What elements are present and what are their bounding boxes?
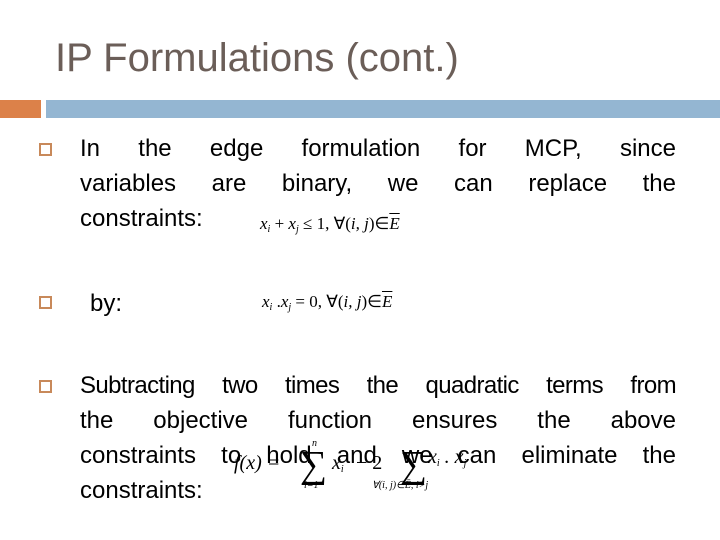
bullet-icon — [39, 380, 52, 393]
math-op: ≤ 1, ∀( — [298, 214, 351, 233]
sum-icon: ∑ — [400, 444, 428, 486]
sum-icon: ∑ — [300, 444, 328, 486]
slide-title: IP Formulations (cont.) — [55, 36, 459, 80]
math-op: )∈ — [361, 292, 382, 311]
math-var: x — [332, 452, 341, 474]
math-op: . — [272, 292, 281, 311]
math-lower-limit: i=1 — [304, 480, 319, 491]
formula-constraint-sum: xi + xj ≤ 1, ∀(i, j)∈E — [260, 214, 400, 235]
text-line: In the edge formulation for MCP, since — [80, 135, 676, 162]
math-sub: i — [340, 464, 344, 475]
math-var: x — [260, 214, 268, 233]
math-op: = 0, ∀( — [291, 292, 344, 311]
math-set: E — [381, 292, 393, 311]
bullet-icon — [39, 296, 52, 309]
math-function: f(x) = — [234, 452, 281, 474]
math-var: i, j — [350, 214, 369, 233]
text-line: by: — [90, 290, 123, 317]
bullet-paragraph-2: by: — [90, 286, 122, 321]
math-var: x — [262, 292, 270, 311]
math-op: )∈ — [368, 214, 390, 233]
math-var: . x — [439, 446, 464, 468]
text-line: the objective function ensures the above — [80, 407, 676, 434]
accent-bar-orange — [0, 100, 41, 118]
text-line: Subtracting two times the quadratic term… — [80, 372, 677, 399]
math-sub: j — [463, 458, 467, 469]
accent-bar-blue — [46, 100, 720, 118]
math-set: E — [389, 214, 400, 233]
math-var: i, j — [343, 292, 362, 311]
math-op: − 2 — [356, 452, 383, 474]
math-var: x — [428, 446, 437, 468]
math-var: x — [288, 214, 296, 233]
formula-objective-function: f(x) = n ∑ i=1 xi − 2 ∑ ∀(i, j)∈Ē, i>j x… — [234, 438, 474, 491]
text-line: variables are binary, we can replace the — [80, 170, 676, 197]
formula-constraint-product: xi .xj = 0, ∀(i, j)∈E — [262, 292, 392, 313]
bullet-icon — [39, 143, 52, 156]
math-op: + — [270, 214, 289, 233]
math-lower-limit: ∀(i, j)∈Ē, i>j — [372, 480, 429, 491]
